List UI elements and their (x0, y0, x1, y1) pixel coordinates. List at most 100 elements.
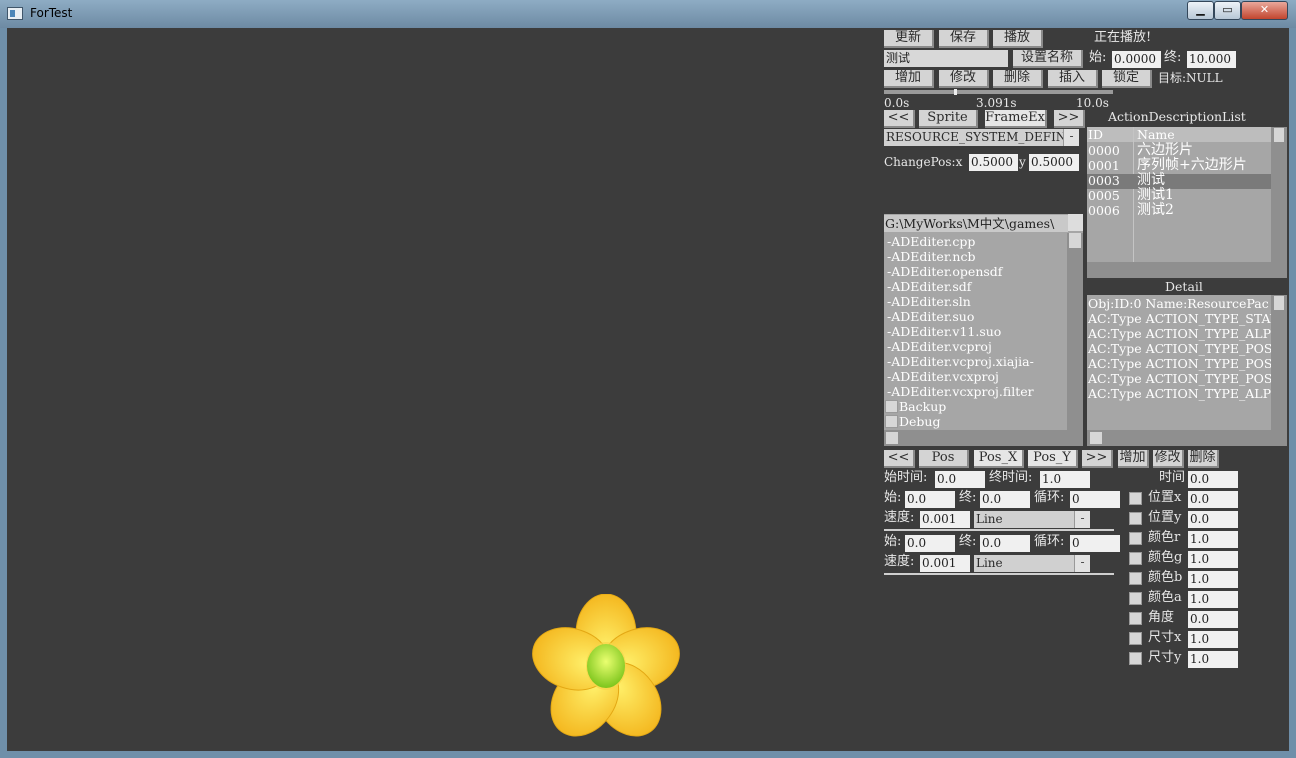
property-value[interactable]: 1.0 (1188, 551, 1238, 568)
tab-pos[interactable]: Pos (919, 450, 969, 468)
folder-item[interactable]: Debug (899, 414, 940, 429)
tab-sprite[interactable]: Sprite (919, 110, 978, 128)
minimize-button[interactable]: ▁ (1187, 1, 1214, 20)
detail-panel[interactable]: Obj:ID:0 Name:ResourcePac AC:Type ACTION_… (1087, 295, 1287, 446)
tab-pos-x[interactable]: Pos_X (974, 450, 1024, 468)
action-row-name[interactable]: 六边形片 (1137, 143, 1193, 158)
dropdown-arrow-icon[interactable]: - (1074, 555, 1090, 572)
file-browser[interactable]: G:\MyWorks\M中文\games\ -ADEditer.cpp -ADEd… (884, 214, 1083, 446)
property-checkbox[interactable] (1129, 592, 1142, 605)
dropdown-arrow-icon[interactable]: - (1063, 129, 1079, 146)
path-field[interactable]: G:\MyWorks\M中文\games\ (884, 215, 1068, 232)
file-browser-hscroll[interactable] (884, 430, 1083, 446)
property-value[interactable]: 1.0 (1188, 571, 1238, 588)
tab-frameex[interactable]: FrameEx (985, 110, 1047, 128)
property-checkbox[interactable] (1129, 492, 1142, 505)
motion-modify-button[interactable]: 修改 (1153, 450, 1184, 468)
dropdown-arrow-icon[interactable]: - (1074, 511, 1090, 528)
g2-curve-select[interactable]: Line - (974, 555, 1090, 572)
property-value[interactable]: 1.0 (1188, 531, 1238, 548)
property-checkbox[interactable] (1129, 512, 1142, 525)
file-item[interactable]: -ADEditer.vcxproj (887, 369, 999, 384)
change-pos-x-input[interactable]: 0.5000 (969, 154, 1018, 171)
property-checkbox[interactable] (1129, 572, 1142, 585)
action-row-name[interactable]: 测试1 (1137, 188, 1174, 203)
save-button[interactable]: 保存 (939, 30, 989, 48)
set-name-button[interactable]: 设置名称 (1013, 50, 1083, 68)
file-item[interactable]: -ADEditer.opensdf (887, 264, 1002, 279)
file-browser-vscroll[interactable] (1067, 233, 1083, 430)
timeline-thumb[interactable] (953, 89, 957, 95)
g2-loop-field[interactable]: 0 (1070, 535, 1120, 552)
tab-next-button[interactable]: >> (1054, 110, 1085, 128)
detail-hscroll[interactable] (1087, 430, 1287, 446)
column-id[interactable]: ID (1088, 127, 1103, 142)
property-value[interactable]: 1.0 (1188, 631, 1238, 648)
action-list-vscroll[interactable] (1271, 127, 1287, 262)
file-item[interactable]: -ADEditer.ncb (887, 249, 975, 264)
g1-curve-select[interactable]: Line - (974, 511, 1090, 528)
resource-select[interactable]: RESOURCE_SYSTEM_DEFINE - (884, 129, 1079, 146)
property-value[interactable]: 0.0 (1188, 491, 1238, 508)
action-name-input[interactable]: 测试 (884, 50, 1008, 67)
add-button[interactable]: 增加 (884, 70, 934, 88)
change-pos-y-input[interactable]: 0.5000 (1029, 154, 1079, 171)
action-list[interactable]: ID Name 0000 六边形片 0001 序列帧+六边形片 0003 测试 0005 测试… (1087, 127, 1287, 278)
file-item[interactable]: -ADEditer.sln (887, 294, 971, 309)
property-checkbox[interactable] (1129, 612, 1142, 625)
file-item[interactable]: -ADEditer.sdf (887, 279, 971, 294)
update-button[interactable]: 更新 (884, 30, 934, 48)
start-time-input[interactable]: 0.0000 (1112, 51, 1161, 68)
action-row-id[interactable]: 0003 (1088, 173, 1120, 188)
action-row-name[interactable]: 测试 (1137, 173, 1165, 188)
file-item[interactable]: -ADEditer.cpp (887, 234, 975, 249)
g1-start-field[interactable]: 0.0 (905, 491, 955, 508)
property-value[interactable]: 1.0 (1188, 591, 1238, 608)
detail-vscroll[interactable] (1271, 295, 1287, 430)
lock-button[interactable]: 锁定 (1102, 70, 1152, 88)
render-canvas[interactable]: 更新 保存 播放 正在播放! 测试 设置名称 始: 0.0000 终: 10.0… (7, 28, 1289, 751)
maximize-button[interactable]: ▭ (1214, 1, 1241, 20)
motion-next-button[interactable]: >> (1082, 450, 1113, 468)
end-time-input[interactable]: 10.000 (1187, 51, 1236, 68)
property-checkbox[interactable] (1129, 632, 1142, 645)
motion-prev-button[interactable]: << (884, 450, 915, 468)
g2-start-field[interactable]: 0.0 (905, 535, 955, 552)
property-value[interactable]: 1.0 (1188, 651, 1238, 668)
action-row-id[interactable]: 0000 (1088, 143, 1120, 158)
play-button[interactable]: 播放 (993, 30, 1043, 48)
file-item[interactable]: -ADEditer.suo (887, 309, 974, 324)
end-time-field[interactable]: 1.0 (1040, 471, 1090, 488)
column-name[interactable]: Name (1137, 127, 1175, 142)
g2-end-field[interactable]: 0.0 (980, 535, 1030, 552)
insert-button[interactable]: 插入 (1048, 70, 1098, 88)
motion-add-button[interactable]: 增加 (1118, 450, 1149, 468)
action-list-hscroll[interactable] (1087, 262, 1287, 278)
g1-speed-field[interactable]: 0.001 (920, 511, 970, 528)
action-row-id[interactable]: 0001 (1088, 158, 1120, 173)
g1-end-field[interactable]: 0.0 (980, 491, 1030, 508)
action-row-name[interactable]: 测试2 (1137, 203, 1174, 218)
action-row-id[interactable]: 0005 (1088, 188, 1120, 203)
time-field[interactable]: 0.0 (1188, 471, 1238, 488)
start-time-field[interactable]: 0.0 (935, 471, 985, 488)
path-scroll-button[interactable] (1068, 214, 1083, 231)
property-value[interactable]: 0.0 (1188, 511, 1238, 528)
file-item[interactable]: -ADEditer.vcproj (887, 339, 992, 354)
g1-loop-field[interactable]: 0 (1070, 491, 1120, 508)
action-row-name[interactable]: 序列帧+六边形片 (1137, 158, 1247, 173)
tab-prev-button[interactable]: << (884, 110, 915, 128)
tab-pos-y[interactable]: Pos_Y (1028, 450, 1078, 468)
property-checkbox[interactable] (1129, 532, 1142, 545)
delete-button[interactable]: 删除 (993, 70, 1043, 88)
property-checkbox[interactable] (1129, 652, 1142, 665)
modify-button[interactable]: 修改 (939, 70, 989, 88)
file-item[interactable]: -ADEditer.v11.suo (887, 324, 1001, 339)
property-checkbox[interactable] (1129, 552, 1142, 565)
close-button[interactable]: ✕ (1241, 1, 1288, 20)
folder-item[interactable]: Backup (899, 399, 946, 414)
motion-delete-button[interactable]: 删除 (1188, 450, 1219, 468)
file-item[interactable]: -ADEditer.vcproj.xiajia- (887, 354, 1034, 369)
action-row-id[interactable]: 0006 (1088, 203, 1120, 218)
g2-speed-field[interactable]: 0.001 (920, 555, 970, 572)
